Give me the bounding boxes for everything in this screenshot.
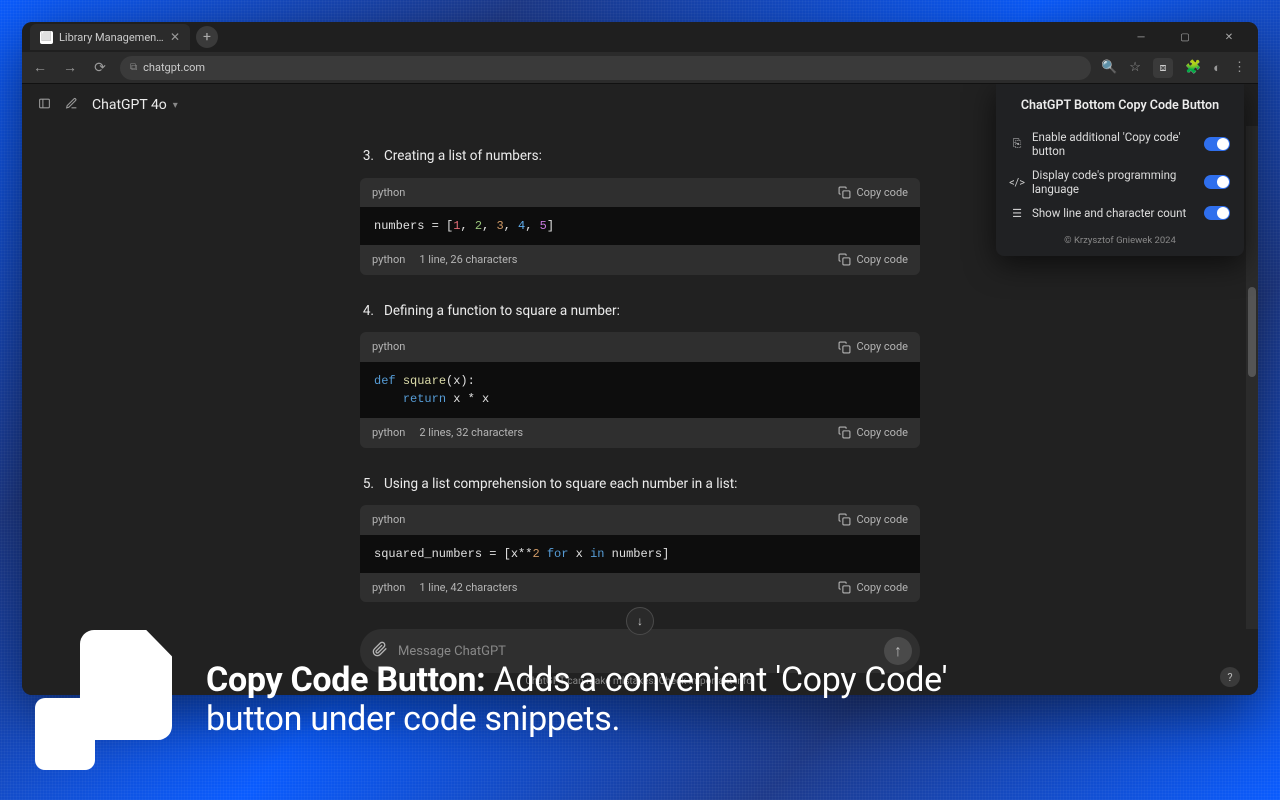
code-body[interactable]: numbers = [1, 2, 3, 4, 5] [360, 207, 920, 245]
code-stats: 1 line, 42 characters [419, 579, 517, 597]
extension-popup: ChatGPT Bottom Copy Code Button ⎘ Enable… [996, 84, 1244, 256]
new-chat-icon[interactable] [65, 96, 78, 114]
code-footer: python 2 lines, 32 characters Copy code [360, 418, 920, 448]
list-item: 5. Using a list comprehension to square … [360, 474, 920, 496]
promo-overlay: Copy Code Button: Adds a convenient 'Cop… [35, 630, 1270, 770]
toggle-count[interactable] [1204, 206, 1230, 220]
browser-window: ⬜ Library Management System C ✕ + ─ ▢ ✕ … [22, 22, 1258, 695]
code-header: python Copy code [360, 178, 920, 208]
code-footer: python 1 line, 26 characters Copy code [360, 245, 920, 275]
zoom-icon[interactable]: 🔍 [1101, 60, 1117, 75]
promo-text: Copy Code Button: Adds a convenient 'Cop… [206, 661, 947, 739]
window-controls: ─ ▢ ✕ [1120, 23, 1250, 51]
extension-title: ChatGPT Bottom Copy Code Button [1010, 98, 1230, 113]
toggle-copy[interactable] [1204, 137, 1230, 151]
sidebar-toggle-icon[interactable] [38, 96, 51, 114]
item-number: 4. [360, 301, 374, 323]
model-selector[interactable]: ChatGPT 4o ▾ [92, 97, 178, 113]
code-body[interactable]: squared_numbers = [x**2 for x in numbers… [360, 535, 920, 573]
extension-icon[interactable]: ⧈ [1153, 58, 1173, 78]
code-header: python Copy code [360, 505, 920, 535]
site-info-icon[interactable]: ⧉ [130, 62, 137, 73]
item-description: Using a list comprehension to square eac… [384, 474, 920, 496]
code-block: python Copy code squared_numbers = [x**2… [360, 505, 920, 602]
minimize-button[interactable]: ─ [1120, 23, 1162, 51]
code-language: python [372, 184, 405, 202]
extension-footer: © Krzysztof Gniewek 2024 [1010, 235, 1230, 246]
new-tab-button[interactable]: + [196, 26, 218, 48]
copy-code-button-top[interactable]: Copy code [838, 338, 908, 356]
code-language: python [372, 511, 405, 529]
toolbar-icons: 🔍 ☆ ⧈ 🧩 ◐ ⋮ [1101, 58, 1250, 78]
code-icon: </> [1010, 176, 1024, 189]
copy-code-button-bottom[interactable]: Copy code [838, 424, 908, 442]
promo-logo [35, 630, 180, 770]
copy-code-button-top[interactable]: Copy code [838, 511, 908, 529]
copy-icon: ⎘ [1010, 137, 1024, 151]
bookmark-icon[interactable]: ☆ [1129, 60, 1141, 75]
chevron-down-icon: ▾ [173, 100, 178, 111]
address-bar[interactable]: ⧉ chatgpt.com [120, 56, 1091, 80]
code-block: python Copy code def square(x): return x… [360, 332, 920, 447]
account-icon[interactable]: ◐ [1213, 60, 1221, 76]
ext-row-copy: ⎘ Enable additional 'Copy code' button [1010, 125, 1230, 163]
ext-row-count: ☰ Show line and character count [1010, 201, 1230, 225]
scrollbar[interactable] [1246, 126, 1258, 629]
toggle-lang[interactable] [1204, 175, 1230, 189]
code-footer: python 1 line, 42 characters Copy code [360, 573, 920, 603]
chatgpt-app: ChatGPT 4o ▾ KR 3. Creating a list of nu… [22, 84, 1258, 695]
copy-code-button-top[interactable]: Copy code [838, 184, 908, 202]
tab-favicon: ⬜ [40, 31, 53, 44]
code-stats: 1 line, 26 characters [419, 251, 517, 269]
back-button[interactable]: ← [30, 59, 50, 76]
tab-title: Library Management System C [59, 31, 164, 44]
browser-toolbar: ← → ⟳ ⧉ chatgpt.com 🔍 ☆ ⧈ 🧩 ◐ ⋮ [22, 52, 1258, 84]
browser-tab[interactable]: ⬜ Library Management System C ✕ [30, 24, 190, 50]
code-language-bottom: python [372, 424, 405, 442]
close-window-button[interactable]: ✕ [1208, 23, 1250, 51]
titlebar: ⬜ Library Management System C ✕ + ─ ▢ ✕ [22, 22, 1258, 52]
copy-code-button-bottom[interactable]: Copy code [838, 579, 908, 597]
reload-button[interactable]: ⟳ [90, 60, 110, 76]
item-description: Defining a function to square a number: [384, 301, 920, 323]
item-number: 3. [360, 146, 374, 168]
code-language-bottom: python [372, 579, 405, 597]
code-language-bottom: python [372, 251, 405, 269]
maximize-button[interactable]: ▢ [1164, 23, 1206, 51]
extensions-menu-icon[interactable]: 🧩 [1185, 60, 1201, 75]
code-header: python Copy code [360, 332, 920, 362]
url-text: chatgpt.com [143, 61, 205, 74]
code-block: python Copy code numbers = [1, 2, 3, 4, … [360, 178, 920, 275]
code-body[interactable]: def square(x): return x * x [360, 362, 920, 418]
list-item: 3. Creating a list of numbers: [360, 146, 920, 168]
code-stats: 2 lines, 32 characters [419, 424, 523, 442]
tab-close-icon[interactable]: ✕ [170, 30, 180, 44]
list-item: 4. Defining a function to square a numbe… [360, 301, 920, 323]
ext-row-lang: </> Display code's programming language [1010, 163, 1230, 201]
list-icon: ☰ [1010, 207, 1024, 220]
menu-icon[interactable]: ⋮ [1233, 60, 1246, 75]
copy-code-button-bottom[interactable]: Copy code [838, 251, 908, 269]
item-number: 5. [360, 474, 374, 496]
code-language: python [372, 338, 405, 356]
forward-button[interactable]: → [60, 59, 80, 76]
item-description: Creating a list of numbers: [384, 146, 920, 168]
model-name: ChatGPT 4o [92, 97, 167, 113]
